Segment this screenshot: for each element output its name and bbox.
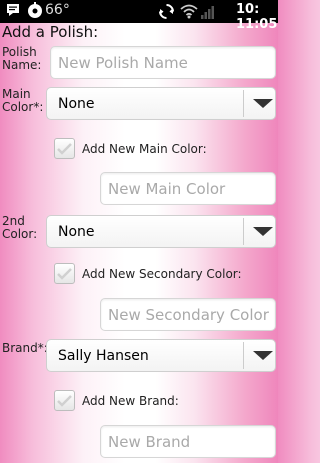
new-secondary-color-placeholder: New Secondary Color xyxy=(108,305,269,324)
add-new-secondary-color-checkbox[interactable] xyxy=(54,263,75,284)
add-new-secondary-color-label: Add New Secondary Color: xyxy=(82,266,242,281)
second-color-label: 2nd Color: xyxy=(2,214,38,241)
clock: 10: 11:05 xyxy=(236,2,278,32)
status-bar: 66° 10: 11:05 xyxy=(0,0,278,32)
add-new-main-color-checkbox[interactable] xyxy=(54,138,75,159)
chevron-down-icon xyxy=(253,227,273,236)
main-color-label: Main Color*: xyxy=(2,87,44,114)
add-new-brand-checkbox[interactable] xyxy=(54,390,75,411)
page-title: Add a Polish: xyxy=(2,23,99,41)
new-brand-input[interactable]: New Brand xyxy=(100,425,276,458)
dropdown-divider xyxy=(243,90,244,117)
check-icon xyxy=(57,267,72,280)
chevron-down-icon xyxy=(253,351,273,360)
dropdown-divider xyxy=(243,218,244,245)
new-main-color-input[interactable]: New Main Color xyxy=(100,172,276,205)
new-brand-placeholder: New Brand xyxy=(108,432,191,451)
second-color-dropdown[interactable]: None xyxy=(46,215,276,248)
add-new-brand-row[interactable]: Add New Brand: xyxy=(54,390,179,411)
add-new-main-color-row[interactable]: Add New Main Color: xyxy=(54,138,207,159)
second-color-selected: None xyxy=(58,223,95,240)
dropdown-divider xyxy=(243,342,244,369)
weather-icon xyxy=(28,2,42,18)
polish-name-label: Polish Name: xyxy=(2,45,42,72)
message-icon xyxy=(7,4,19,16)
brand-selected: Sally Hansen xyxy=(58,347,149,364)
brand-label: Brand*: xyxy=(2,341,48,355)
add-new-main-color-label: Add New Main Color: xyxy=(82,141,207,156)
add-new-brand-label: Add New Brand: xyxy=(82,393,179,408)
polish-name-placeholder: New Polish Name xyxy=(58,53,188,72)
wifi-icon xyxy=(180,4,198,19)
signal-icon xyxy=(201,6,214,19)
check-icon xyxy=(57,394,72,407)
polish-name-input[interactable]: New Polish Name xyxy=(50,46,276,79)
main-color-selected: None xyxy=(58,95,95,112)
add-new-secondary-color-row[interactable]: Add New Secondary Color: xyxy=(54,263,242,284)
brand-dropdown[interactable]: Sally Hansen xyxy=(46,339,276,372)
new-secondary-color-input[interactable]: New Secondary Color xyxy=(100,298,276,331)
sync-icon xyxy=(159,4,174,19)
check-icon xyxy=(57,142,72,155)
temperature: 66° xyxy=(45,2,70,18)
new-main-color-placeholder: New Main Color xyxy=(108,179,226,198)
chevron-down-icon xyxy=(253,99,273,108)
main-color-dropdown[interactable]: None xyxy=(46,87,276,120)
